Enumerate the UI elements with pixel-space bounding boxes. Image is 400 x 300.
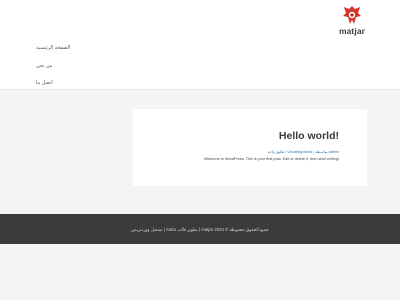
logo-text: matjar [338, 26, 366, 36]
logo-mark-icon [343, 6, 361, 24]
site-logo[interactable]: matjar [334, 4, 370, 38]
main-navigation: الصفحة الرئيسية من نحن اتصل بنا [36, 42, 96, 95]
post-title[interactable]: Hello world! [279, 130, 339, 142]
nav-item-home[interactable]: الصفحة الرئيسية [36, 42, 70, 60]
nav-item-about[interactable]: من نحن [36, 60, 52, 78]
post-excerpt: Welcome to WordPress. This is your first… [203, 157, 339, 161]
site-header: matjar الصفحة الرئيسية من نحن اتصل بنا [0, 0, 400, 90]
site-footer: جميع الحقوق محفوظة © 2024 matjar | تطوير… [0, 214, 400, 244]
post-meta[interactable]: تعليق واحد / Uncategorized / بواسطة admi… [268, 149, 339, 154]
nav-item-contact[interactable]: اتصل بنا [36, 77, 53, 95]
footer-copyright: جميع الحقوق محفوظة © 2024 matjar | تطوير… [131, 227, 269, 232]
post-card: Hello world! تعليق واحد / Uncategorized … [133, 109, 367, 186]
